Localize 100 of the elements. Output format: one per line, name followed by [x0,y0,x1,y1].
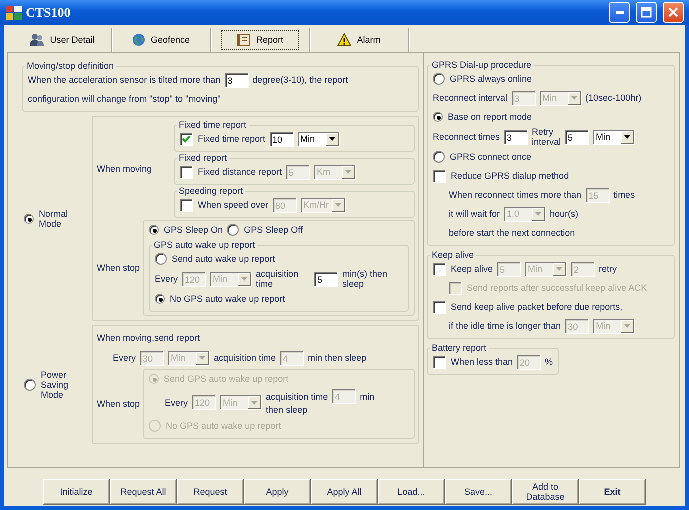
maximize-button[interactable] [636,2,657,23]
checkbox[interactable] [433,262,446,276]
dropdown[interactable]: Min [593,130,636,144]
field-label: Reconnect times [433,132,500,142]
people-icon [29,33,46,47]
push-button[interactable]: Add to Database [512,479,579,505]
app-icon [6,6,22,20]
field-label: min [360,392,375,402]
caret-icon [570,96,578,100]
checkbox-label[interactable]: Fixed distance report [198,167,282,177]
caret-icon [624,135,632,139]
checkbox-label[interactable]: When less than [451,357,514,367]
field-label: times [614,190,636,200]
group-title: Battery report [431,343,488,353]
checkbox-label[interactable]: When speed over [198,200,269,210]
globe-icon [132,33,146,47]
caret-icon [535,212,542,216]
field-label: min(s) then sleep [342,269,388,289]
push-button[interactable]: Load... [378,479,445,505]
checkbox-label[interactable]: Keep alive [451,264,494,274]
group-title: Keep alive [431,250,476,260]
checkbox[interactable] [433,170,446,182]
close-button[interactable] [663,2,684,23]
field-label: if the idle time is longer than [449,321,562,331]
checkbox[interactable] [433,356,446,368]
tab[interactable]: Alarm [310,28,409,52]
minimize-button[interactable] [609,2,630,23]
caret-icon [345,170,352,174]
group-title: Moving/stop definition [26,61,116,71]
radio-label[interactable]: Power Saving Mode [41,370,92,400]
radio-button[interactable] [227,224,240,236]
caret-icon [199,356,206,360]
text-field[interactable]: 5 [314,272,338,286]
push-button[interactable]: Initialize [43,479,110,505]
dropdown[interactable]: Min [298,132,340,146]
field-label: configuration will change from "stop" to "moving" [28,94,221,104]
window-title: CTS100 [26,4,71,20]
radio-label[interactable]: Base on report mode [448,112,532,122]
radio-label[interactable]: GPS Sleep On [164,225,224,235]
checkbox[interactable] [433,300,446,314]
field-label: acquisition time [214,353,276,363]
checkbox-label[interactable]: Send keep alive packet before due reports, [451,302,623,312]
radio-label[interactable]: No GPS auto wake up report [170,294,286,304]
field-label: hour(s) [550,209,579,219]
group-title: Speeding report [178,186,244,196]
field-label: Retry interval [532,127,562,147]
tab[interactable]: Geofence [112,28,211,52]
group-title: Fixed report [178,153,228,163]
text-field[interactable]: 3 [504,130,528,144]
field-label: % [545,357,554,367]
text-field[interactable]: 5 [565,130,590,144]
radio-label[interactable]: Send auto wake up report [172,254,276,264]
radio-label[interactable]: GPRS connect once [450,152,532,162]
caret-icon [241,277,248,281]
field-label: When the acceleration sensor is tilted more than [28,75,221,85]
group-title: GPRS Dial-up procedure [431,60,533,70]
radio-label[interactable]: GPS Sleep Off [244,225,303,235]
caret-icon [556,267,564,271]
field-label: before start the next connection [449,228,576,238]
field-label: then sleep [266,405,308,415]
radio-label[interactable]: Normal Mode [39,208,92,228]
group-title: GPS auto wake up report [153,240,256,250]
field-label: Reconnect interval [433,93,508,103]
field-label: Every [113,353,136,363]
radio-button[interactable] [149,225,160,235]
radio-button[interactable] [24,214,34,224]
radio-button[interactable] [155,253,168,265]
field-label: Every [165,398,188,408]
checkbox[interactable] [180,166,193,178]
radio-button[interactable] [155,294,166,304]
field-label: When moving,send report [97,333,200,343]
push-button[interactable]: Apply [244,479,311,505]
group-title: Fixed time report [178,120,248,130]
checkbox-label[interactable]: Reduce GPRS dialup method [451,171,570,181]
text-field[interactable]: 10 [270,132,294,146]
push-button[interactable]: Save... [445,479,512,505]
section-label: When moving [97,164,154,174]
caret-icon [328,137,336,141]
push-button[interactable]: Exit [579,479,646,505]
radio-label[interactable]: GPRS always online [450,74,532,84]
checkbox[interactable] [180,198,193,212]
caret-icon [251,400,258,404]
section-label: When stop [97,263,140,273]
close-icon [668,7,679,18]
push-button[interactable]: Request [177,479,244,505]
field-label: acquisition time [266,392,328,402]
checkbox-label[interactable]: Fixed time report [198,134,266,144]
radio-button[interactable] [433,73,445,85]
push-button[interactable]: Request All [110,479,177,505]
field-label: (10sec-100hr) [586,93,642,103]
push-button[interactable]: Apply All [311,479,378,505]
radio-button[interactable] [433,151,445,163]
field-label: it will wait for [449,209,500,219]
field-label: When reconnect times more than [449,190,582,200]
tab[interactable]: User Detail [13,28,112,52]
text-field[interactable]: 3 [224,72,249,88]
checkbox[interactable] [180,132,193,146]
radio-button[interactable] [433,112,443,122]
radio-button[interactable] [24,378,36,390]
book-icon [236,33,252,47]
